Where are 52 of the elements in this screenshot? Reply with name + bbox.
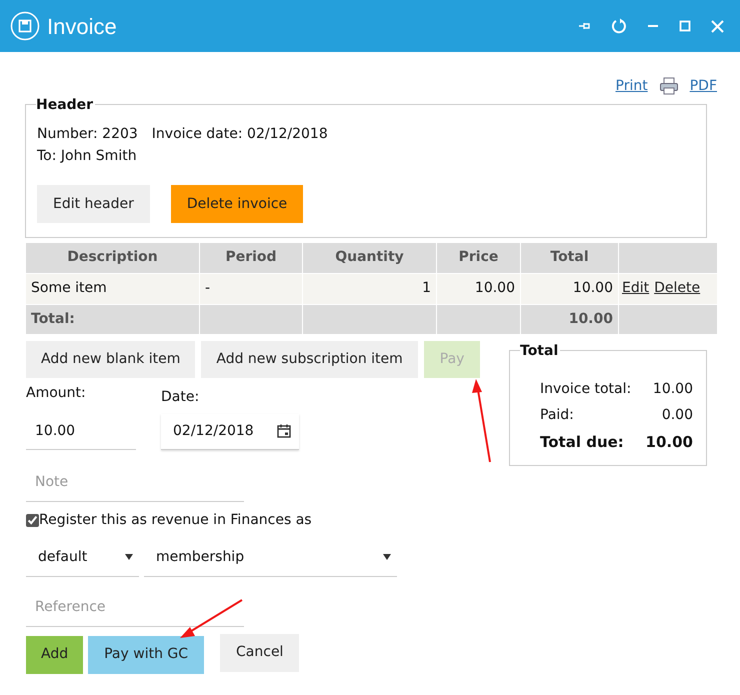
column-header: Period: [200, 243, 302, 273]
total-value: 0.00: [662, 406, 693, 424]
total-value: 10.00: [646, 432, 693, 452]
header-button[interactable]: Edit header: [37, 185, 150, 223]
total-value: 10.00: [652, 380, 693, 398]
invoice-date: Invoice date: 02/12/2018: [152, 125, 328, 144]
note-field[interactable]: Note: [26, 462, 244, 502]
amount-field[interactable]: 10.00: [26, 414, 136, 450]
table-cell: Some item: [26, 273, 200, 304]
column-header: Description: [26, 243, 200, 273]
maximize-icon[interactable]: [679, 20, 691, 32]
header-button[interactable]: Delete invoice: [170, 185, 304, 223]
dropdown-caret-icon: [125, 554, 133, 560]
dropdown[interactable]: membership: [144, 538, 397, 576]
total-label: Total:: [26, 304, 200, 334]
recipient: To: John Smith: [37, 147, 138, 166]
calendar-icon[interactable]: [277, 424, 291, 438]
column-header: Total: [520, 243, 618, 273]
field-label: Amount:: [26, 384, 87, 402]
reference-field[interactable]: Reference: [26, 588, 244, 626]
table-cell: 10.00: [520, 273, 618, 304]
link[interactable]: PDF: [690, 76, 717, 96]
total-value: 10.00: [520, 304, 618, 334]
dropdown[interactable]: default: [26, 538, 139, 576]
dropdown-caret-icon: [383, 554, 391, 560]
table-cell: 10.00: [436, 273, 520, 304]
add-item-button[interactable]: Add new subscription item: [201, 340, 418, 378]
checkbox-label: Register this as revenue in Finances as: [39, 511, 312, 530]
field-label: Date:: [161, 388, 200, 406]
invoice-number: Number: 2203: [37, 125, 138, 144]
printer-icon[interactable]: [658, 77, 679, 95]
total-label: Total due:: [540, 432, 624, 452]
row-action-link[interactable]: Delete: [654, 280, 700, 296]
table-cell: -: [200, 273, 302, 304]
register-checkbox[interactable]: [26, 514, 39, 527]
row-action-link[interactable]: Edit: [622, 280, 650, 296]
link[interactable]: Print: [616, 76, 648, 96]
arrow-annotation: [180, 599, 243, 638]
table-cell: 1: [302, 273, 436, 304]
total-label: Invoice total:: [540, 380, 632, 398]
add-item-button[interactable]: Add new blank item: [26, 340, 196, 378]
date-field[interactable]: 02/12/2018: [161, 414, 299, 450]
window-title: Invoice: [47, 12, 117, 40]
total-label: Paid:: [540, 406, 574, 424]
action-button[interactable]: Cancel: [220, 634, 300, 672]
column-header: Price: [436, 243, 520, 273]
app-logo-icon: [10, 11, 40, 41]
action-button[interactable]: Add: [26, 636, 84, 674]
action-button[interactable]: Pay with GC: [88, 636, 204, 674]
close-icon[interactable]: [711, 20, 724, 32]
column-header: Quantity: [302, 243, 436, 273]
refresh-icon[interactable]: [611, 18, 627, 34]
